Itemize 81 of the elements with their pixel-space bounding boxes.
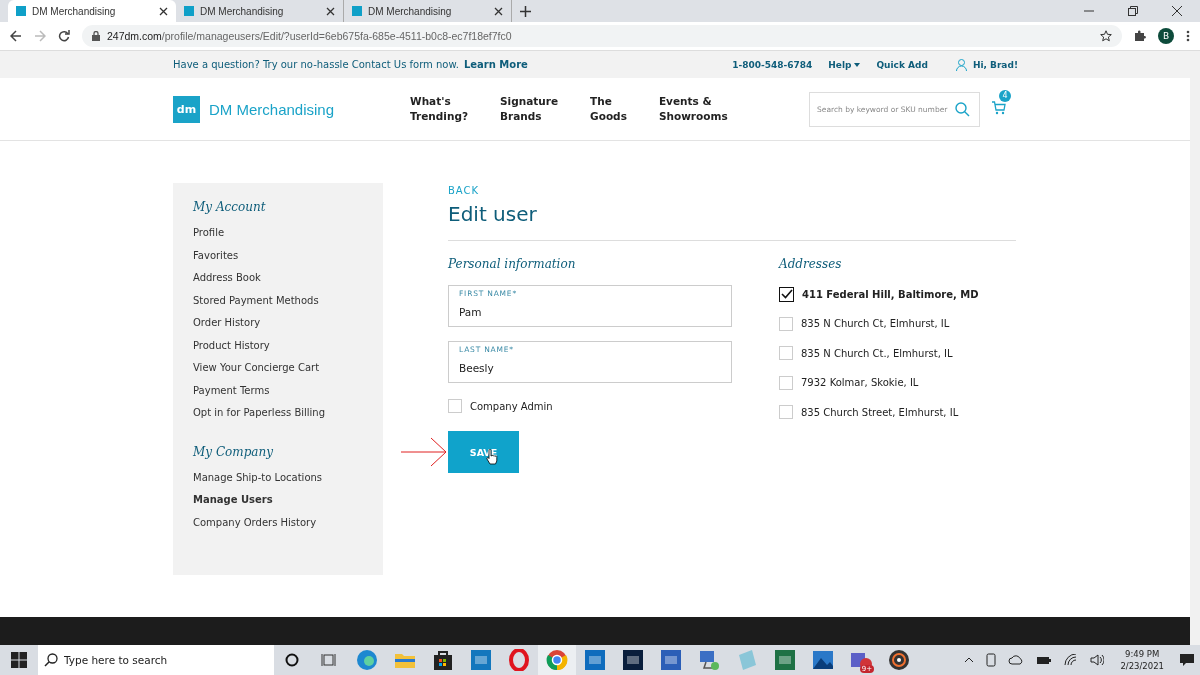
windows-start-icon[interactable] — [11, 652, 27, 668]
sidebar-link[interactable]: Favorites — [193, 244, 239, 267]
search-icon[interactable] — [955, 101, 970, 117]
url-text: 247dm.com/profile/manageusers/Edit/?userId=6eb675fa-685e-4511-b0c8-ec7f18ef7fc0 — [107, 30, 512, 42]
page-title: Edit user — [448, 202, 1016, 241]
arrow-annotation — [401, 437, 447, 467]
nav-link[interactable]: Events & Showrooms — [658, 94, 728, 124]
section-heading: Addresses — [779, 257, 843, 271]
browser-tab[interactable]: DM Merchandising — [8, 0, 176, 22]
wifi-icon[interactable] — [1064, 654, 1079, 666]
close-icon[interactable] — [494, 6, 503, 16]
restore-icon[interactable] — [1128, 6, 1138, 16]
close-icon[interactable] — [1172, 6, 1182, 16]
account-greeting[interactable]: Hi, Brad! — [972, 59, 1018, 70]
nav-link[interactable]: The Goods — [590, 94, 627, 124]
profile-avatar[interactable]: B — [1158, 28, 1174, 44]
sidebar-link[interactable]: Product History — [193, 334, 270, 357]
phone-icon[interactable] — [986, 653, 997, 667]
sidebar-link[interactable]: Company Orders History — [193, 511, 317, 534]
sidebar-heading: My Company — [193, 444, 273, 459]
close-icon[interactable] — [326, 6, 335, 16]
sidebar-link[interactable]: Payment Terms — [193, 379, 270, 402]
new-tab-icon[interactable] — [520, 6, 531, 17]
spreadsheet-icon[interactable] — [774, 649, 796, 671]
address-label: 835 N Church Ct., Elmhurst, IL — [801, 347, 953, 359]
address-label: 835 N Church Ct, Elmhurst, IL — [801, 318, 950, 329]
star-icon[interactable] — [1100, 30, 1112, 42]
cart-icon[interactable] — [992, 100, 1006, 115]
task-view-icon[interactable] — [321, 653, 337, 667]
menu-icon[interactable] — [1186, 30, 1190, 42]
address-bar[interactable]: 247dm.com/profile/manageusers/Edit/?userId=6eb675fa-685e-4511-b0c8-ec7f18ef7fc0 — [82, 25, 1122, 47]
notification-icon[interactable] — [1180, 653, 1194, 667]
sidebar-link[interactable]: Stored Payment Methods — [193, 289, 319, 312]
cart-count-badge: 4 — [999, 89, 1011, 102]
speaker-icon[interactable] — [1090, 654, 1105, 666]
sidebar-link[interactable]: Profile — [193, 222, 225, 245]
disc-icon[interactable] — [888, 649, 910, 671]
cortana-circle-icon[interactable] — [285, 653, 299, 667]
cloud-icon[interactable] — [1008, 655, 1025, 665]
sidebar-link[interactable]: Manage Ship-to Locations — [193, 466, 323, 489]
browser-tab[interactable]: DM Merchandising — [176, 0, 344, 22]
reload-icon[interactable] — [58, 30, 70, 42]
ring-icon[interactable] — [508, 649, 530, 671]
nav-link[interactable]: What's Trending? — [410, 94, 469, 124]
address-label: 835 Church Street, Elmhurst, IL — [801, 406, 959, 418]
checkbox[interactable] — [779, 286, 794, 302]
help-menu[interactable]: Help — [828, 59, 861, 70]
sidebar-heading: My Account — [193, 200, 266, 214]
address-label: 411 Federal Hill, Baltimore, MD — [802, 288, 979, 300]
tile-icon[interactable] — [622, 649, 644, 671]
caret-icon — [854, 62, 861, 67]
shopping-bag-icon[interactable] — [432, 649, 454, 671]
section-heading: Personal information — [448, 257, 577, 271]
browser-tab[interactable]: DM Merchandising — [344, 0, 512, 22]
image-icon[interactable] — [812, 649, 834, 671]
learn-more-link[interactable]: Learn More — [463, 59, 528, 70]
sidebar-link[interactable]: Address Book — [193, 267, 261, 290]
browser-icon[interactable] — [546, 649, 568, 671]
nav-link[interactable]: Signature Brands — [500, 94, 559, 124]
chevron-up-icon[interactable] — [964, 657, 975, 663]
puzzle-icon[interactable] — [1134, 30, 1146, 42]
address-label: 7932 Kolmar, Skokie, IL — [801, 377, 919, 388]
sidebar-link[interactable]: Order History — [193, 312, 261, 335]
close-icon[interactable] — [159, 6, 168, 16]
battery-icon[interactable] — [1036, 655, 1053, 665]
sidebar-link[interactable]: View Your Concierge Cart — [193, 357, 320, 380]
sidebar-link[interactable]: Manage Users — [193, 489, 273, 512]
phone-number: 1-800-548-6784 — [732, 59, 813, 70]
quick-add-link[interactable]: Quick Add — [876, 59, 928, 70]
lock-icon — [92, 31, 100, 41]
favicon-icon — [184, 6, 194, 16]
back-icon[interactable] — [10, 30, 22, 42]
favicon-icon — [352, 6, 362, 16]
checkbox-label: Company Admin — [470, 400, 553, 412]
promo-message: Have a question? Try our no-hassle Contact Us form now. — [173, 59, 459, 70]
computer-icon[interactable] — [698, 649, 720, 671]
sidebar-link[interactable]: Opt in for Paperless Billing — [193, 402, 326, 425]
favicon-icon — [16, 6, 26, 16]
taskbar-clock[interactable]: 9:49 PM 2/23/2021 — [1120, 648, 1164, 672]
tile-icon[interactable] — [470, 649, 492, 671]
taskbar-search-field[interactable]: Type here to search — [38, 645, 274, 675]
